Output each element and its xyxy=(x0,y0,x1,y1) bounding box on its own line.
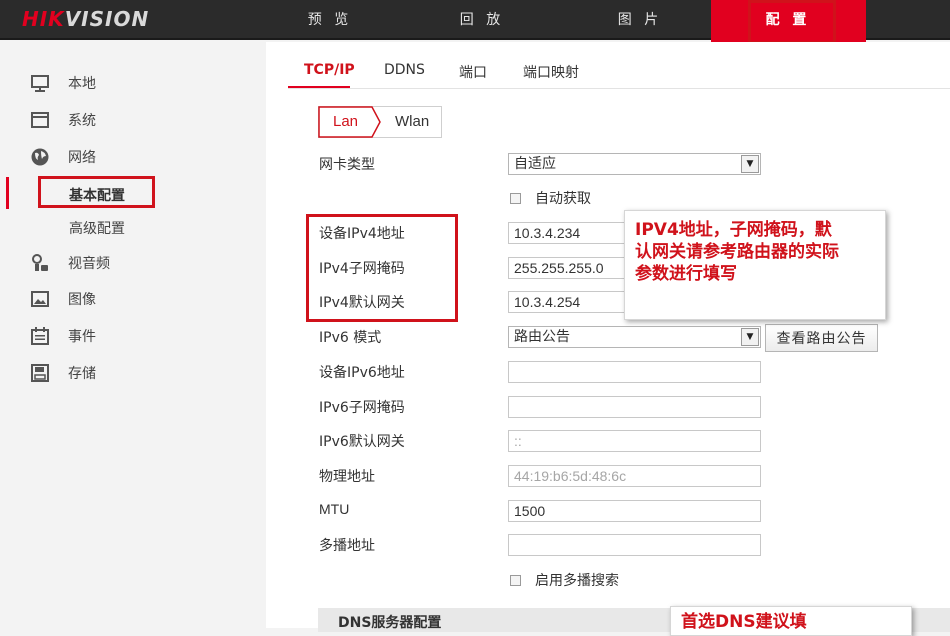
window-icon xyxy=(30,110,50,130)
dhcp-checkbox-row[interactable]: 自动获取 xyxy=(510,188,591,208)
dns-section-title: DNS服务器配置 xyxy=(338,615,442,631)
view-route-advert-button[interactable]: 查看路由公告 xyxy=(765,324,878,352)
highlight-box-ipv4-labels xyxy=(306,214,458,322)
globe-icon xyxy=(30,147,50,167)
sidebar-item-system[interactable]: 系统 xyxy=(30,105,96,135)
ipv6-mask-field[interactable] xyxy=(508,396,761,418)
ipv6-gateway-label: IPv6默认网关 xyxy=(319,434,405,450)
mtu-field[interactable]: 1500 xyxy=(508,500,761,522)
sidebar-item-label: 图像 xyxy=(68,292,96,308)
subtab-ddns[interactable]: DDNS xyxy=(384,62,425,78)
ipv6-gateway-field[interactable]: :: xyxy=(508,430,761,452)
multicast-search-row[interactable]: 启用多播搜索 xyxy=(510,570,619,590)
disk-icon xyxy=(30,363,50,383)
main-content: TCP/IP DDNS 端口 端口映射 Lan Wlan 网卡类型 自适应 ▼ … xyxy=(266,42,950,632)
sidebar-item-local[interactable]: 本地 xyxy=(30,68,96,98)
image-icon xyxy=(30,289,50,309)
ipv6-address-label: 设备IPv6地址 xyxy=(319,365,405,381)
mtu-label: MTU xyxy=(319,501,350,517)
ipv6-mode-label: IPv6 模式 xyxy=(319,330,382,346)
sidebar-item-label: 事件 xyxy=(68,329,96,345)
sidebar-item-label: 本地 xyxy=(68,76,96,92)
tab-preview[interactable]: 预 览 xyxy=(300,0,360,40)
dns-annotation-callout: 首选DNS建议填 xyxy=(670,606,912,636)
dhcp-label: 自动获取 xyxy=(535,191,591,207)
sidebar-item-label: 存储 xyxy=(68,366,96,382)
mac-address-field: 44:19:b6:5d:48:6c xyxy=(508,465,761,487)
mac-address-label: 物理地址 xyxy=(319,469,375,485)
hikvision-logo: HIKVISION xyxy=(22,7,150,31)
sidebar: 本地 系统 网络 基本配置 高级配置 视音频 图像 事件 存储 xyxy=(0,42,266,628)
lan-wlan-switch: Lan Wlan xyxy=(318,106,442,138)
ipv6-mask-label: IPv6子网掩码 xyxy=(319,400,405,416)
nic-type-select[interactable]: 自适应 ▼ xyxy=(508,153,761,175)
multicast-search-checkbox[interactable] xyxy=(510,574,521,586)
sidebar-item-event[interactable]: 事件 xyxy=(30,321,96,351)
sidebar-item-network[interactable]: 网络 xyxy=(30,142,96,172)
highlight-box-basic-config xyxy=(38,176,155,208)
sidebar-item-image[interactable]: 图像 xyxy=(30,284,96,314)
calendar-icon xyxy=(30,326,50,346)
sidebar-item-label: 网络 xyxy=(68,150,96,166)
sidebar-item-label: 系统 xyxy=(68,113,96,129)
ipv6-mode-select[interactable]: 路由公告 ▼ xyxy=(508,326,761,348)
sidebar-item-storage[interactable]: 存储 xyxy=(30,358,96,388)
tab-playback[interactable]: 回 放 xyxy=(452,0,512,40)
sidebar-item-video-audio[interactable]: 视音频 xyxy=(30,248,110,278)
monitor-icon xyxy=(30,73,50,93)
chevron-down-icon: ▼ xyxy=(741,328,759,346)
dhcp-checkbox[interactable] xyxy=(510,192,521,204)
highlight-box-config-tab xyxy=(748,0,836,44)
subtab-tcpip[interactable]: TCP/IP xyxy=(304,62,355,78)
ipv6-address-field[interactable] xyxy=(508,361,761,383)
nic-type-label: 网卡类型 xyxy=(319,157,375,173)
subtab-divider xyxy=(288,88,950,89)
active-item-marker xyxy=(6,177,9,209)
chevron-down-icon: ▼ xyxy=(741,155,759,173)
sidebar-item-label: 视音频 xyxy=(68,256,110,272)
subtab-port[interactable]: 端口 xyxy=(459,62,487,82)
mic-camera-icon xyxy=(30,253,50,273)
multicast-search-label: 启用多播搜索 xyxy=(535,573,619,589)
ipv4-annotation-callout: IPV4地址，子网掩码，默 认网关请参考路由器的实际 参数进行填写 xyxy=(624,210,886,320)
multicast-address-field[interactable] xyxy=(508,534,761,556)
multicast-address-label: 多播地址 xyxy=(319,538,375,554)
subtab-active-underline xyxy=(288,86,350,88)
tab-lan[interactable]: Lan xyxy=(333,113,358,130)
subtab-port-mapping[interactable]: 端口映射 xyxy=(523,62,579,82)
tab-wlan[interactable]: Wlan xyxy=(395,113,429,130)
tab-picture[interactable]: 图 片 xyxy=(610,0,670,40)
sidebar-subitem-advanced-config[interactable]: 高级配置 xyxy=(69,218,125,238)
